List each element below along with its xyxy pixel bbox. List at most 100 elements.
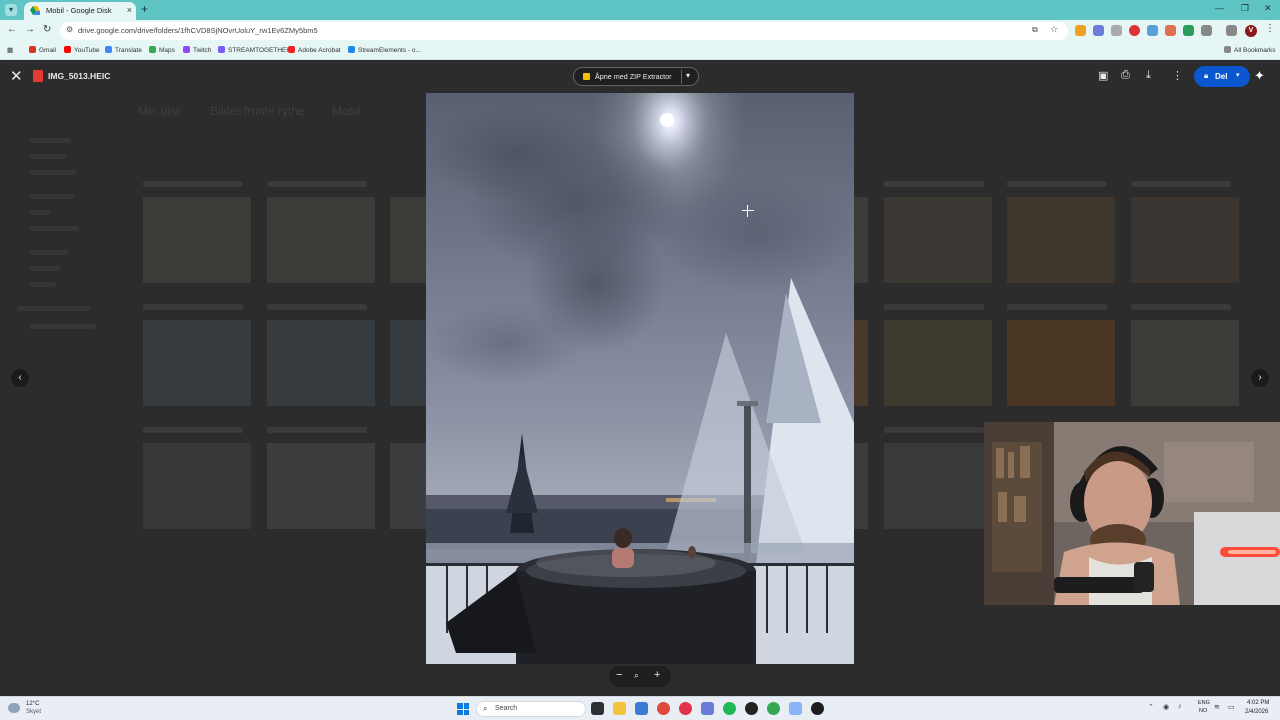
sidebar-ghost [30,170,76,175]
apps-grid-icon[interactable]: ▦ [7,46,13,54]
bookmark-translate[interactable]: Translate [105,46,142,54]
extension-icon-5[interactable] [1147,25,1158,36]
extension-icon-6[interactable] [1165,25,1176,36]
more-actions-icon[interactable]: ⋮ [1172,69,1183,82]
extension-icon-7[interactable] [1183,25,1194,36]
discord-icon[interactable] [701,702,714,715]
maps-icon [149,46,156,53]
new-tab-icon[interactable]: + [141,2,148,16]
breadcrumb-item: Min disk [138,104,183,118]
translate-icon [105,46,112,53]
chevron-down-icon[interactable]: ▾ [1236,71,1240,79]
language-region[interactable]: NO [1199,708,1207,714]
opera-icon[interactable] [679,702,692,715]
install-app-icon[interactable]: ⧉ [1032,25,1038,35]
bookmark-twitch[interactable]: Twitch [183,46,211,54]
next-file-button[interactable]: › [1251,369,1269,387]
file-thumbnail [143,443,251,529]
clock-time[interactable]: 4:02 PM [1247,700,1269,706]
clock-date[interactable]: 2/4/2026 [1245,709,1268,715]
language-indicator[interactable]: ENG [1198,700,1210,706]
print-icon[interactable]: ⎙ [1121,69,1130,82]
minimize-icon[interactable]: — [1215,3,1224,13]
gemini-sparkle-icon[interactable]: ✦ [1254,68,1265,84]
media-player-icon[interactable] [811,702,824,715]
bookmark-star-icon[interactable]: ☆ [1050,24,1058,35]
zoom-magnifier-icon[interactable]: ⌕ [634,670,639,681]
sidebar-ghost [30,282,56,287]
weather-cloud-icon[interactable] [8,703,20,713]
url-text: drive.google.com/drive/folders/1fhCVD8Sj… [78,26,318,35]
address-bar[interactable]: ⚙ drive.google.com/drive/folders/1fhCVD8… [60,22,1068,40]
bookmark-youtube[interactable]: YouTube [64,46,100,54]
previous-file-button[interactable]: ‹ [11,369,29,387]
sidebar-ghost [30,266,60,271]
bookmark-gmail[interactable]: Gmail [29,46,56,54]
webcam-feed [984,422,1280,605]
reload-icon[interactable]: ↻ [43,24,51,35]
file-thumbnail [390,197,426,283]
file-thumbnail [854,320,868,406]
extensions-puzzle-icon[interactable] [1201,25,1212,36]
extension-icon-1[interactable] [1075,25,1086,36]
file-explorer-icon[interactable] [613,702,626,715]
close-viewer-icon[interactable]: ✕ [10,67,23,85]
streamelements-icon [348,46,355,53]
thumb-label [143,427,243,433]
weather-temperature[interactable]: 12°C [26,701,39,707]
chrome-icon[interactable] [657,702,670,715]
volume-icon[interactable]: ♪ [1178,703,1182,710]
zoom-out-icon[interactable]: − [616,669,622,681]
bookmark-streamelements[interactable]: StreamElements - o... [348,46,421,54]
battery-icon[interactable]: ▭ [1228,703,1235,711]
bookmark-streamtogether[interactable]: STREAMTOGETHER [218,46,291,54]
file-thumbnail [884,197,992,283]
weather-description[interactable]: Skyet [26,709,41,715]
open-with-button[interactable]: Åpne med ZIP Extractor ▾ [573,67,699,86]
edge-icon[interactable] [789,702,802,715]
open-with-label: Åpne med ZIP Extractor [595,72,672,81]
sidebar-ghost [30,154,66,159]
extension-icon-2[interactable] [1093,25,1104,36]
tray-overflow-icon[interactable]: ⌃ [1148,703,1154,711]
acrobat-icon [288,46,295,53]
tab-list-icon[interactable]: ▾ [5,4,17,16]
chrome-active-icon[interactable] [767,702,780,715]
chevron-down-icon[interactable]: ▾ [686,71,690,80]
zoom-in-icon[interactable]: + [654,669,660,681]
extension-icon-3[interactable] [1111,25,1122,36]
store-icon[interactable] [635,702,648,715]
extension-icon-4[interactable] [1129,25,1140,36]
windows-start-icon[interactable] [457,703,469,715]
wifi-icon[interactable]: ≋ [1214,703,1220,711]
window-close-icon[interactable]: ✕ [1264,3,1272,14]
bookmarks-bar: ▦ Gmail YouTube Translate Maps Twitch ST… [0,42,1280,60]
taskbar-search[interactable]: ⌕ Search [476,701,586,717]
spotify-icon[interactable] [723,702,736,715]
add-comment-icon[interactable]: ▣ [1098,69,1108,82]
file-thumbnail [390,443,426,529]
tab-google-drive[interactable]: Mobil - Google Disk × [24,2,136,20]
profile-avatar[interactable]: V [1245,25,1257,37]
task-view-icon[interactable] [591,702,604,715]
file-thumbnail [884,443,992,529]
sidebar-ghost [30,210,50,215]
browser-menu-icon[interactable]: ⋮ [1265,23,1275,34]
site-info-icon[interactable]: ⚙ [66,25,73,34]
sidebar-ghost [30,138,70,143]
back-icon[interactable]: ← [7,24,17,35]
obs-icon[interactable] [745,702,758,715]
share-label: Del [1215,72,1228,81]
restore-icon[interactable]: ❐ [1241,3,1249,14]
share-button[interactable]: 🔒︎ Del ▾ [1194,66,1250,87]
download-icon[interactable]: ⤓ [1146,69,1151,82]
breadcrumb-item: Mobil [332,104,361,118]
file-name: IMG_5013.HEIC [48,71,111,81]
bookmark-adobe-acrobat[interactable]: Adobe Acrobat [288,46,341,54]
all-bookmarks[interactable]: All Bookmarks [1224,46,1276,54]
forward-icon[interactable]: → [25,24,35,35]
tab-close-icon[interactable]: × [127,5,132,15]
network-icon[interactable]: ◉ [1163,703,1169,711]
bookmark-maps[interactable]: Maps [149,46,175,54]
downloads-icon[interactable] [1226,25,1237,36]
